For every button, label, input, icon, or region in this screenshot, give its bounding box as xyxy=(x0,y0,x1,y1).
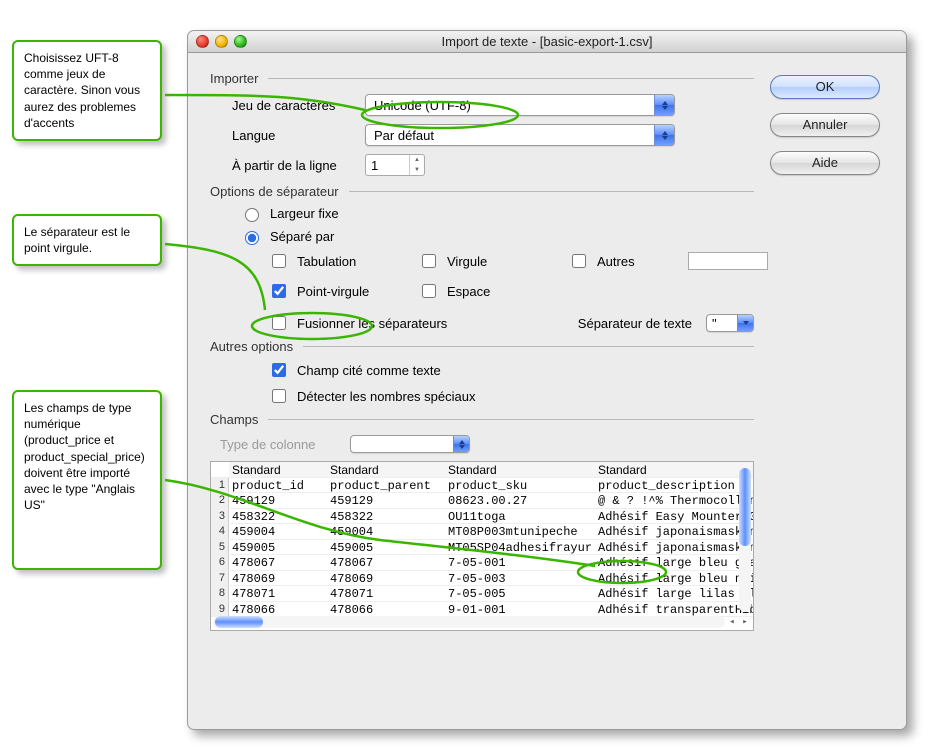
label-column-type: Type de colonne xyxy=(220,437,350,452)
charset-select[interactable]: Unicode (UTF-8) xyxy=(365,94,675,116)
annotation-coltype: Les champs de type numérique (product_pr… xyxy=(12,390,162,570)
table-row[interactable]: 94780664780669-01-001Adhésif transparent… xyxy=(211,602,753,618)
help-button[interactable]: Aide xyxy=(770,151,880,175)
check-quoted-as-text[interactable] xyxy=(272,363,286,377)
horizontal-scrollbar[interactable] xyxy=(213,616,725,628)
check-detect-special[interactable] xyxy=(272,389,286,403)
label-charset: Jeu de caractères xyxy=(210,98,365,113)
table-row[interactable]: 4459004459004MT08P003mtunipecheAdhésif j… xyxy=(211,524,753,540)
section-importer: Importer xyxy=(210,71,258,86)
check-merge-sep[interactable] xyxy=(272,316,286,330)
radio-separated-by[interactable] xyxy=(245,231,259,245)
check-tab[interactable] xyxy=(272,254,286,268)
table-row[interactable]: 245912945912908623.00.27@ & ? !^% Thermo… xyxy=(211,493,753,509)
section-separator: Options de séparateur xyxy=(210,184,339,199)
table-row[interactable]: 64780674780677-05-001Adhésif large bleu … xyxy=(211,555,753,571)
check-comma[interactable] xyxy=(422,254,436,268)
label-text-separator: Séparateur de texte xyxy=(578,316,692,331)
col-header[interactable]: Standard xyxy=(595,462,753,477)
chevron-updown-icon xyxy=(453,436,469,452)
check-semicolon[interactable] xyxy=(272,284,286,298)
column-type-select[interactable] xyxy=(350,435,470,453)
col-header[interactable]: Standard xyxy=(229,462,327,477)
dialog-window: Import de texte - [basic-export-1.csv] I… xyxy=(187,30,907,730)
titlebar: Import de texte - [basic-export-1.csv] xyxy=(188,31,906,53)
check-other[interactable] xyxy=(572,254,586,268)
cancel-button[interactable]: Annuler xyxy=(770,113,880,137)
text-separator-select[interactable]: " xyxy=(706,314,754,332)
window-title: Import de texte - [basic-export-1.csv] xyxy=(188,34,906,49)
chevron-updown-icon xyxy=(654,125,674,145)
label-fromline: À partir de la ligne xyxy=(210,158,365,173)
section-other: Autres options xyxy=(210,339,293,354)
label-language: Langue xyxy=(210,128,365,143)
section-fields: Champs xyxy=(210,412,258,427)
fromline-stepper[interactable]: 1 ▲▼ xyxy=(365,154,425,176)
chevron-updown-icon xyxy=(654,95,674,115)
annotation-charset: Choisissez UFT-8 comme jeux de caractère… xyxy=(12,40,162,141)
table-row[interactable]: 1product_idproduct_parentproduct_skuprod… xyxy=(211,478,753,494)
col-header[interactable]: Standard xyxy=(445,462,595,477)
table-row[interactable]: 3458322458322OU11togaAdhésif Easy Mounte… xyxy=(211,509,753,525)
annotation-separator: Le séparateur est le point virgule. xyxy=(12,214,162,266)
chevron-down-icon xyxy=(737,315,753,331)
language-select[interactable]: Par défaut xyxy=(365,124,675,146)
table-row[interactable]: 5459005459005MT05SP04adhesifrayurAdhésif… xyxy=(211,540,753,556)
check-space[interactable] xyxy=(422,284,436,298)
vertical-scrollbar[interactable] xyxy=(739,466,751,612)
radio-fixed-width[interactable] xyxy=(245,208,259,222)
ok-button[interactable]: OK xyxy=(770,75,880,99)
other-separator-input[interactable] xyxy=(688,252,768,270)
col-header[interactable]: Standard xyxy=(327,462,445,477)
preview-table[interactable]: 0 Standard Standard Standard Standard 1p… xyxy=(210,461,754,631)
table-row[interactable]: 74780694780697-05-003Adhésif large bleu … xyxy=(211,571,753,587)
table-row[interactable]: 84780714780717-05-005Adhésif large lilas… xyxy=(211,586,753,602)
